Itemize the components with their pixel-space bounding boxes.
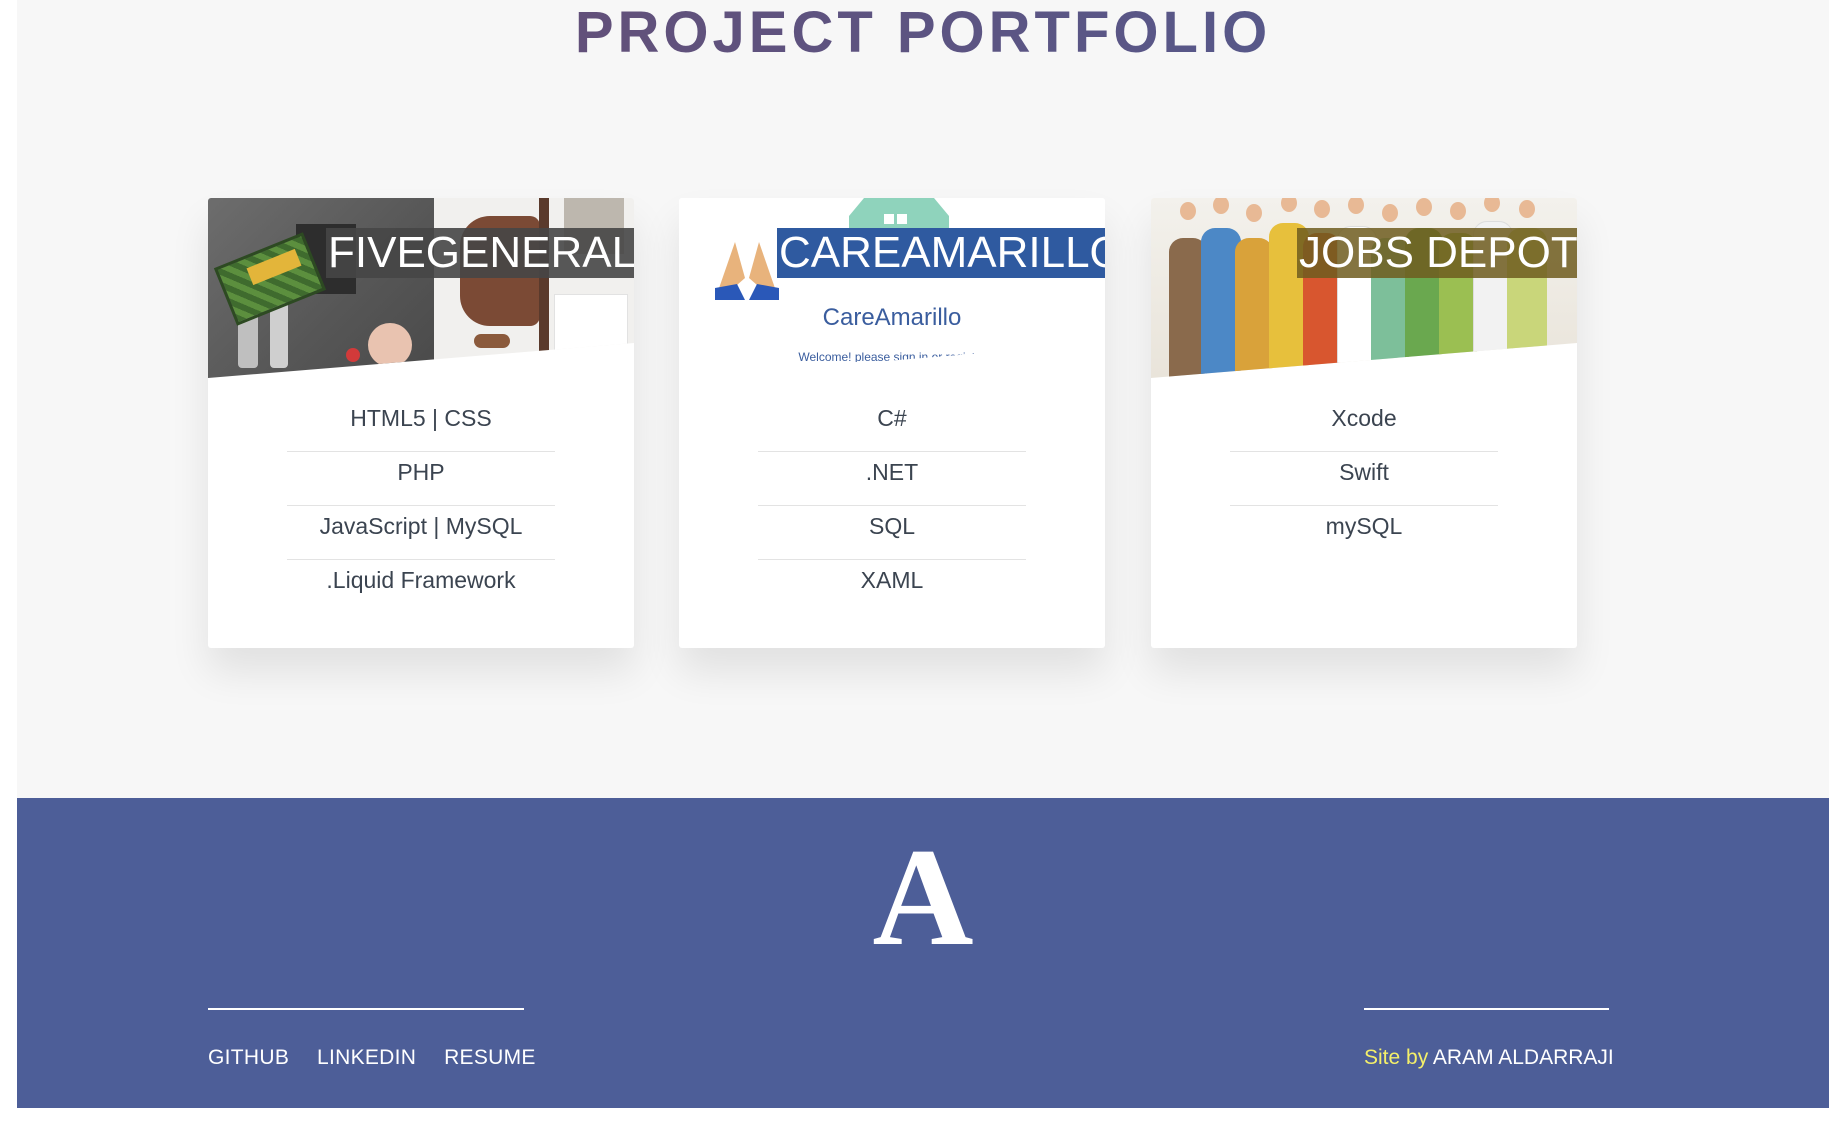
site-footer: A GITHUB LINKEDIN RESUME Site by ARAM AL… [17, 798, 1829, 1108]
project-title: FIVEGENERAL [326, 228, 634, 278]
project-card-careamarillo[interactable]: CareAmarillo Welcome! please sign in or … [679, 198, 1105, 648]
site-credit: Site by ARAM ALDARRAJI [1364, 1046, 1614, 1070]
project-title: CAREAMARILLO [777, 228, 1105, 278]
project-card-fivegeneral[interactable]: FIVEGENERAL HTML5 | CSS PHP JavaScript |… [208, 198, 634, 648]
site-logo[interactable]: A [17, 828, 1829, 968]
project-cards: FIVEGENERAL HTML5 | CSS PHP JavaScript |… [208, 198, 1602, 648]
tech-list: HTML5 | CSS PHP JavaScript | MySQL .Liqu… [287, 398, 555, 614]
credit-prefix: Site by [1364, 1046, 1429, 1069]
tech-item: HTML5 | CSS [287, 398, 555, 452]
project-title: JOBS DEPOT [1297, 228, 1577, 278]
project-image-fivegeneral: FIVEGENERAL [208, 198, 634, 378]
product-photo-right [434, 198, 634, 378]
tech-list: Xcode Swift mySQL [1230, 398, 1498, 560]
tech-list: C# .NET SQL XAML [758, 398, 1026, 614]
credit-author: ARAM ALDARRAJI [1432, 1046, 1614, 1069]
tech-item: .NET [758, 452, 1026, 506]
tech-item: C# [758, 398, 1026, 452]
careamarillo-welcome-text: Welcome! please sign in or register [798, 350, 986, 362]
footer-divider-left [208, 1008, 524, 1010]
careamarillo-brand-text: CareAmarillo [822, 304, 962, 331]
tech-item: XAML [860, 567, 924, 593]
tech-item: Xcode [1230, 398, 1498, 452]
project-image-careamarillo: CareAmarillo Welcome! please sign in or … [679, 198, 1105, 378]
tech-item: Swift [1230, 452, 1498, 506]
project-card-jobs-depot[interactable]: JOBS DEPOT Xcode Swift mySQL [1151, 198, 1577, 648]
footer-divider-right [1364, 1008, 1609, 1010]
resume-link[interactable]: RESUME [444, 1046, 536, 1069]
tech-item: .Liquid Framework [326, 567, 516, 593]
praying-hands-icon [715, 242, 779, 300]
tech-item: PHP [287, 452, 555, 506]
portfolio-page: PROJECT PORTFOLIO FIVEGENERAL HTML5 | CS… [17, 0, 1829, 1108]
github-link[interactable]: GITHUB [208, 1046, 289, 1069]
tech-item: JavaScript | MySQL [287, 506, 555, 560]
project-image-jobs-depot: JOBS DEPOT [1151, 198, 1577, 378]
page-title: PROJECT PORTFOLIO [17, 0, 1829, 66]
tech-item: mySQL [1325, 513, 1403, 539]
linkedin-link[interactable]: LINKEDIN [317, 1046, 416, 1069]
tech-item: SQL [758, 506, 1026, 560]
footer-links: GITHUB LINKEDIN RESUME [208, 1046, 558, 1070]
